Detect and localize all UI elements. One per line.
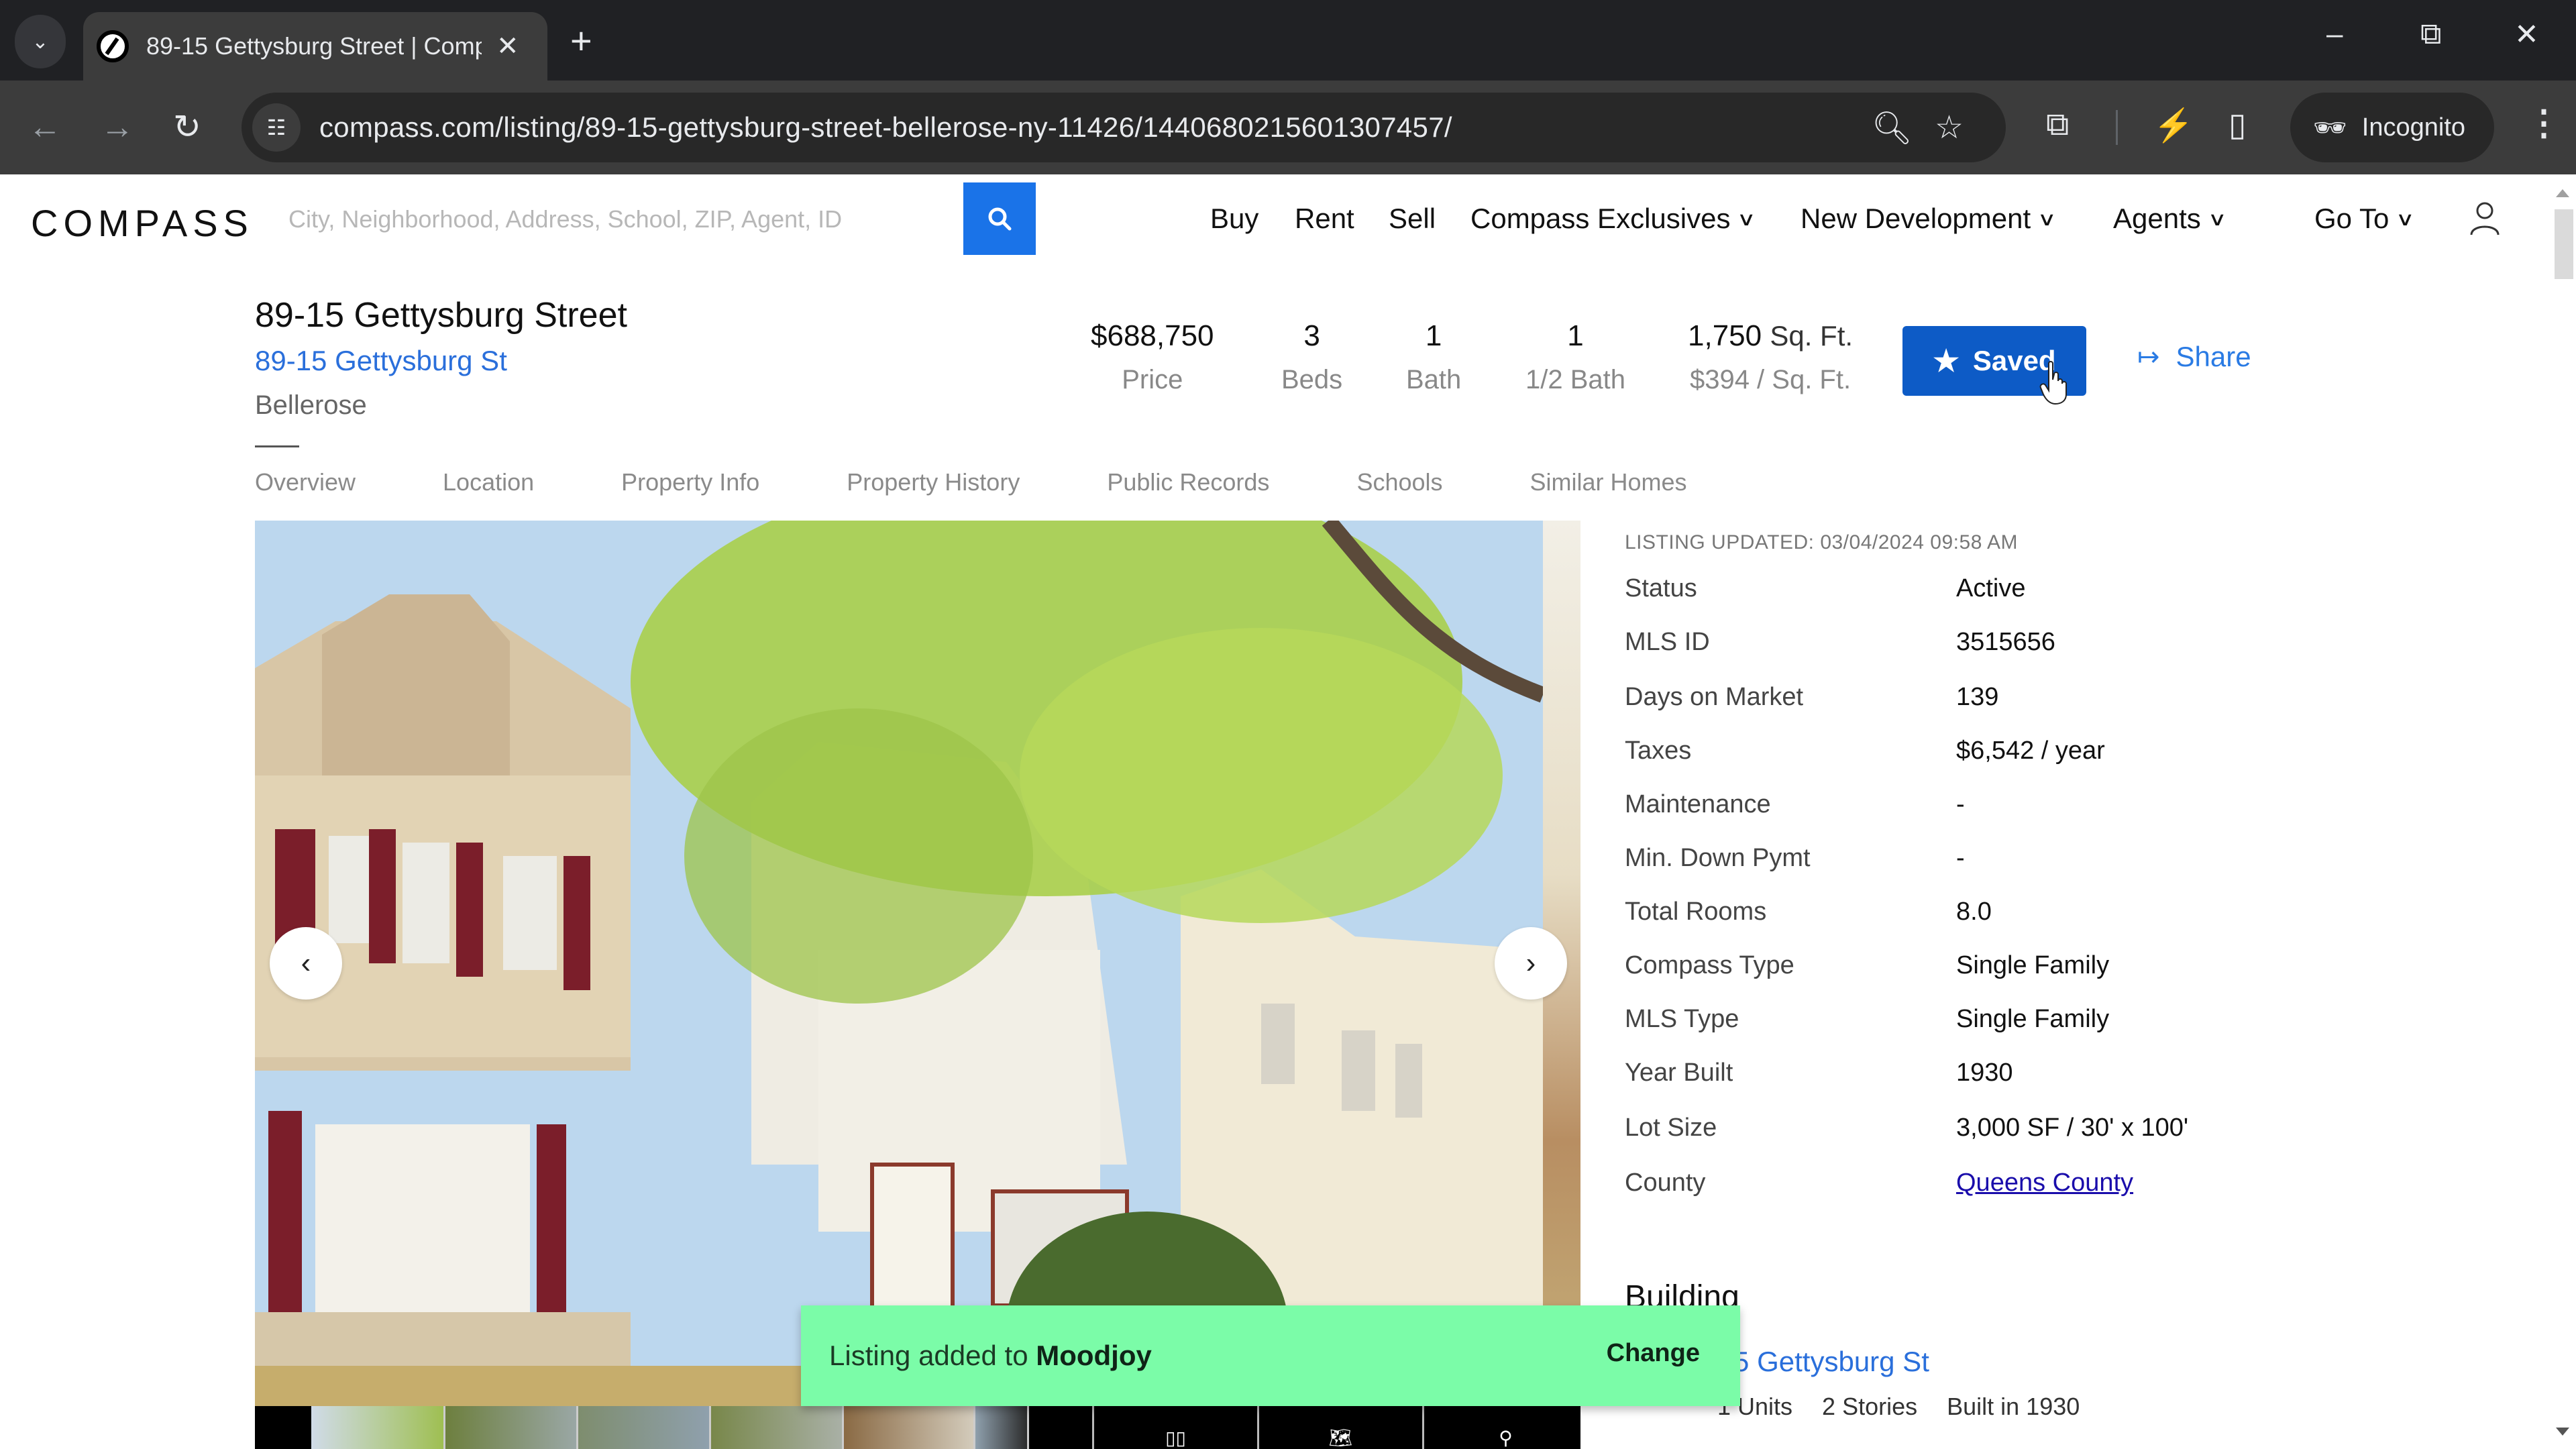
bookmark-star-icon[interactable]: ☆ (1935, 109, 1964, 146)
chevron-down-icon: ∨ (1737, 208, 1757, 229)
building-built: Built in 1930 (1947, 1393, 2080, 1420)
performance-icon[interactable]: ⚡ (2153, 106, 2194, 144)
chevron-left-icon: ‹ (301, 947, 311, 979)
collection-toast: Listing added to Moodjoy Change (801, 1305, 1740, 1406)
location-pin-icon: ⚲ (1499, 1428, 1513, 1448)
browser-toolbar: ← → ↻ ☷ compass.com/listing/89-15-gettys… (0, 80, 2576, 174)
chevron-down-icon: ∨ (2396, 208, 2415, 229)
url-text[interactable]: compass.com/listing/89-15-gettysburg-str… (319, 111, 1452, 144)
page-scrollbar[interactable] (2549, 174, 2576, 1449)
forward-icon[interactable]: → (101, 107, 134, 146)
browser-tab-active[interactable]: 89-15 Gettysburg Street | Comp ✕ (83, 12, 547, 80)
thumbnail-strip: ▯▯ 🗺︎ ⚲ (255, 1406, 1580, 1449)
toast-change-button[interactable]: Change (1607, 1339, 1700, 1368)
listing-photo[interactable] (255, 521, 1543, 1406)
thumbnail[interactable] (711, 1406, 844, 1449)
zoom-icon[interactable]: 🔍︎ (1872, 109, 1913, 147)
house-photo-illustration (255, 521, 1543, 1406)
scroll-down-arrow-icon[interactable] (2556, 1428, 2569, 1436)
nav-go-to[interactable]: Go To ∨ (2314, 203, 2415, 235)
tab-public-records[interactable]: Public Records (1107, 468, 1269, 496)
reload-icon[interactable]: ↻ (173, 107, 201, 146)
county-link[interactable]: Queens County (1956, 1169, 2133, 1197)
listing-neighborhood: Bellerose (255, 390, 367, 420)
tab-close-icon[interactable]: ✕ (496, 31, 519, 62)
tab-overview[interactable]: Overview (255, 468, 356, 496)
share-icon: ↦ (2137, 342, 2160, 372)
map-icon: 🗺︎ (1328, 1428, 1353, 1448)
incognito-icon: 🕶︎ (2313, 113, 2347, 143)
tab-property-info[interactable]: Property Info (621, 468, 759, 496)
minimize-icon[interactable]: – (2326, 17, 2343, 51)
tab-property-history[interactable]: Property History (847, 468, 1020, 496)
scroll-up-arrow-icon[interactable] (2556, 189, 2569, 197)
chevron-down-icon: ∨ (2207, 208, 2227, 229)
map-button[interactable]: 🗺︎ (1257, 1406, 1422, 1449)
user-account-icon[interactable] (2469, 201, 2501, 236)
scrollbar-thumb[interactable] (2555, 209, 2573, 279)
nav-buy[interactable]: Buy (1210, 203, 1258, 235)
hand-cursor-icon (2039, 361, 2067, 405)
building-stories: 2 Stories (1822, 1393, 1918, 1420)
nav-new-development[interactable]: New Development ∨ (1801, 203, 2057, 235)
search-button[interactable] (963, 182, 1036, 255)
window-close-icon[interactable]: ✕ (2514, 17, 2539, 52)
carousel-next-button[interactable]: › (1495, 927, 1567, 1000)
stat-bath: 1 Bath (1406, 319, 1462, 394)
nav-sell[interactable]: Sell (1389, 203, 1436, 235)
thumbnail[interactable] (975, 1406, 1029, 1449)
listing-address-link[interactable]: 89-15 Gettysburg St (255, 345, 507, 377)
star-icon: ★ (1933, 344, 1960, 378)
site-info-icon[interactable]: ☷ (252, 103, 301, 152)
chevron-down-icon: ⌄ (32, 30, 49, 53)
restore-icon[interactable]: ⧉ (2420, 17, 2441, 51)
building-meta: 1 Units 2 Stories Built in 1930 (1717, 1393, 2080, 1421)
search-icon (988, 207, 1012, 231)
stat-half-bath: 1 1/2 Bath (1525, 319, 1626, 394)
toolbar-divider (2116, 110, 2118, 145)
toast-message: Listing added to Moodjoy (829, 1340, 1152, 1371)
extensions-icon[interactable]: ⧉ (2046, 106, 2069, 144)
back-icon[interactable]: ← (28, 107, 62, 146)
toast-collection-name: Moodjoy (1036, 1340, 1152, 1371)
nav-compass-exclusives[interactable]: Compass Exclusives ∨ (1470, 203, 1757, 235)
nav-agents[interactable]: Agents ∨ (2113, 203, 2227, 235)
address-bar[interactable]: ☷ compass.com/listing/89-15-gettysburg-s… (241, 93, 2006, 162)
search-input[interactable] (288, 195, 959, 244)
thumbnail[interactable] (311, 1406, 445, 1449)
carousel-prev-button[interactable]: ‹ (270, 927, 342, 1000)
compass-logo[interactable]: COMPASS (31, 201, 254, 245)
chevron-down-icon: ∨ (2037, 208, 2057, 229)
listing-updated: LISTING UPDATED: 03/04/2024 09:58 AM (1625, 531, 2019, 553)
floorplan-icon: ▯▯ (1165, 1428, 1186, 1448)
title-divider (255, 445, 299, 447)
tab-title: 89-15 Gettysburg Street | Comp (146, 32, 482, 60)
floorplan-button[interactable]: ▯▯ (1092, 1406, 1257, 1449)
stat-price: $688,750 Price (1091, 319, 1214, 394)
incognito-label: Incognito (2361, 113, 2466, 142)
new-tab-button[interactable]: + (570, 19, 592, 62)
section-tabs: Overview Location Property Info Property… (255, 468, 1774, 496)
thumbnail[interactable] (445, 1406, 578, 1449)
chevron-right-icon: › (1525, 947, 1536, 979)
site-header: COMPASS Buy Rent Sell Compass Exclusives… (0, 174, 2549, 262)
street-view-button[interactable]: ⚲ (1422, 1406, 1587, 1449)
side-panel-icon[interactable]: ▯ (2229, 106, 2246, 144)
tab-schools[interactable]: Schools (1356, 468, 1442, 496)
tab-search-button[interactable]: ⌄ (15, 15, 66, 68)
stat-beds: 3 Beds (1281, 319, 1343, 394)
stat-sqft: 1,750 Sq. Ft. $394 / Sq. Ft. (1688, 319, 1854, 394)
browser-tab-strip: ⌄ 89-15 Gettysburg Street | Comp ✕ + – ⧉… (0, 0, 2576, 80)
tab-location[interactable]: Location (443, 468, 534, 496)
thumbnail[interactable] (844, 1406, 975, 1449)
tab-similar-homes[interactable]: Similar Homes (1530, 468, 1687, 496)
menu-icon[interactable]: ⋮ (2526, 103, 2561, 144)
listing-title: 89-15 Gettysburg Street (255, 296, 627, 335)
nav-rent[interactable]: Rent (1295, 203, 1354, 235)
incognito-indicator[interactable]: 🕶︎ Incognito (2290, 93, 2494, 162)
thumbnail[interactable] (578, 1406, 711, 1449)
compass-favicon-icon (97, 30, 129, 62)
share-button[interactable]: ↦ Share (2137, 341, 2251, 373)
